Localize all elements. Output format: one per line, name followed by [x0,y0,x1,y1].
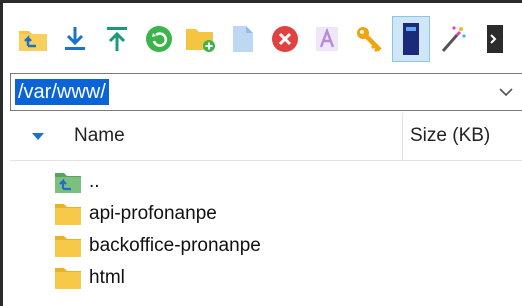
chevron-down-icon[interactable] [498,84,514,100]
upload-icon [107,27,127,51]
magic-wand-button[interactable] [434,16,472,62]
folder-icon [55,204,81,225]
list-item-label: html [89,267,125,288]
parent-directory-icon [55,173,81,193]
path-value: /var/www/ [15,79,109,105]
rename-icon [316,27,338,51]
sort-indicator-icon [32,133,44,140]
compare-panel-icon [403,23,419,55]
new-folder-icon [186,29,215,52]
refresh-button[interactable] [140,16,178,62]
parent-directory-icon [19,31,47,51]
column-name[interactable]: Name [74,125,125,147]
new-file-icon [233,26,253,52]
upload-button[interactable] [98,16,136,62]
terminal-icon [487,25,503,53]
file-panel: /var/www/ Name Size (KB) .. api-profonan… [0,0,522,306]
rename-button[interactable] [308,16,346,62]
column-separator[interactable] [402,113,403,161]
new-file-button[interactable] [224,16,262,62]
permissions-button[interactable] [350,16,388,62]
column-size[interactable]: Size (KB) [410,125,490,147]
list-item-folder[interactable]: backoffice-pronanpe [10,231,390,263]
delete-icon [272,26,298,52]
list-item-label: .. [89,171,100,192]
compare-panel-button[interactable] [392,16,430,62]
terminal-button[interactable] [476,16,514,62]
list-item-label: api-profonanpe [89,203,217,224]
list-item-folder[interactable]: api-profonanpe [10,199,390,231]
download-button[interactable] [56,16,94,62]
list-item-folder[interactable]: html [10,263,390,295]
delete-button[interactable] [266,16,304,62]
folder-icon [55,236,81,257]
folder-icon [55,268,81,289]
parent-directory-button[interactable] [14,16,52,62]
new-folder-button[interactable] [182,16,220,62]
refresh-icon [146,26,172,52]
magic-wand-icon [441,26,466,52]
toolbar [6,8,522,70]
permissions-key-icon [357,27,382,53]
download-icon [65,27,85,50]
list-item-parent[interactable]: .. [10,167,390,199]
path-input[interactable]: /var/www/ [10,73,522,111]
column-header: Name Size (KB) [10,113,522,161]
list-item-label: backoffice-pronanpe [89,235,261,256]
